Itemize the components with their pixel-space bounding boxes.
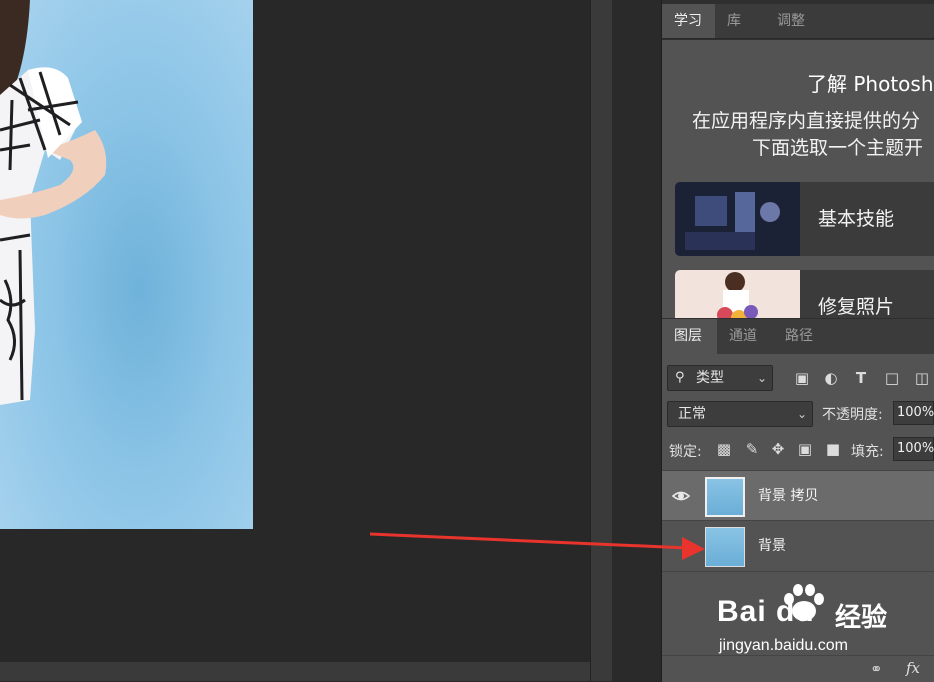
fx-effects-button[interactable]: fx xyxy=(906,659,920,677)
document-canvas[interactable] xyxy=(0,0,590,662)
woman-photo-illustration xyxy=(0,0,107,405)
opacity-field[interactable]: 100% xyxy=(893,401,934,425)
opacity-label: 不透明度: xyxy=(822,407,883,423)
horizontal-scrollbar[interactable] xyxy=(0,662,590,681)
lock-pixels-brush-icon[interactable]: ✎ xyxy=(742,439,762,459)
image-filter-icon[interactable]: ▣ xyxy=(792,368,812,388)
search-icon: ⚲ xyxy=(675,370,685,385)
learn-tabbar: 学习 库 调整 xyxy=(662,4,934,39)
learn-panel: 了解 Photosh 在应用程序内直接提供的分 下面选取一个主题开 基本技能 修… xyxy=(662,40,934,318)
type-filter-icon[interactable]: T xyxy=(851,368,871,388)
fill-label: 填充: xyxy=(851,444,884,460)
shape-filter-icon[interactable]: □ xyxy=(882,368,902,388)
blend-mode-value: 正常 xyxy=(678,406,706,422)
layers-panel: ⚲ 类型 ⌄ ▣ ◐ T □ ◫ 正常 ⌄ 不透明度: 100% 锁定: ▩ ✎… xyxy=(662,354,934,681)
tab-paths[interactable]: 路径 xyxy=(773,319,829,354)
topic-label: 修复照片 xyxy=(818,296,895,318)
chevron-down-icon: ⌄ xyxy=(756,371,767,385)
layer-thumbnail xyxy=(705,527,745,567)
topic-label: 基本技能 xyxy=(818,208,895,230)
layer-name[interactable]: 背景 xyxy=(758,521,786,572)
collapsed-panel-strip xyxy=(612,0,662,681)
chevron-down-icon: ⌄ xyxy=(796,407,807,421)
layer-thumbnail xyxy=(705,477,745,517)
fill-field[interactable]: 100% xyxy=(893,437,934,461)
scroll-track[interactable] xyxy=(591,0,613,681)
lock-transparency-icon[interactable]: ▩ xyxy=(714,439,734,459)
blend-mode-dropdown[interactable]: 正常 ⌄ xyxy=(667,401,813,427)
eye-visibility-icon[interactable] xyxy=(672,488,690,504)
layers-footer: ⚭ fx xyxy=(662,655,934,682)
adjustment-filter-icon[interactable]: ◐ xyxy=(821,368,841,388)
lock-position-move-icon[interactable]: ✥ xyxy=(768,439,788,459)
tab-channels[interactable]: 通道 xyxy=(717,319,773,354)
layer-row-background-copy[interactable]: 背景 拷贝 xyxy=(662,470,934,521)
document-image[interactable] xyxy=(0,0,253,529)
learn-description-line2: 下面选取一个主题开 xyxy=(752,137,924,159)
lock-artboard-icon[interactable]: ▣ xyxy=(795,439,815,459)
layers-tabbar: 图层 通道 路径 xyxy=(662,319,934,355)
tab-learn[interactable]: 学习 xyxy=(662,4,715,38)
tab-adjustments[interactable]: 调整 xyxy=(765,4,825,38)
tab-library[interactable]: 库 xyxy=(715,4,763,38)
layer-name[interactable]: 背景 拷贝 xyxy=(758,471,818,522)
filter-type-value: 类型 xyxy=(696,370,724,386)
smart-object-filter-icon[interactable]: ◫ xyxy=(912,368,932,388)
flowers-photo-thumbnail xyxy=(675,270,800,318)
lock-all-icon[interactable]: ■ xyxy=(823,439,843,459)
bedroom-photo-thumbnail xyxy=(675,182,800,256)
topic-card-fix-photos[interactable]: 修复照片 xyxy=(675,270,934,318)
learn-title: 了解 Photosh xyxy=(807,72,934,96)
vertical-scrollbar[interactable] xyxy=(590,0,613,681)
layer-filter-dropdown[interactable]: ⚲ 类型 ⌄ xyxy=(667,365,773,391)
lock-label: 锁定: xyxy=(669,444,702,460)
tab-layers[interactable]: 图层 xyxy=(662,319,717,354)
topic-card-basic-skills[interactable]: 基本技能 xyxy=(675,182,934,256)
link-icon[interactable]: ⚭ xyxy=(870,660,883,678)
learn-description-line1: 在应用程序内直接提供的分 xyxy=(692,110,921,132)
layer-row-background[interactable]: 背景 xyxy=(662,521,934,572)
